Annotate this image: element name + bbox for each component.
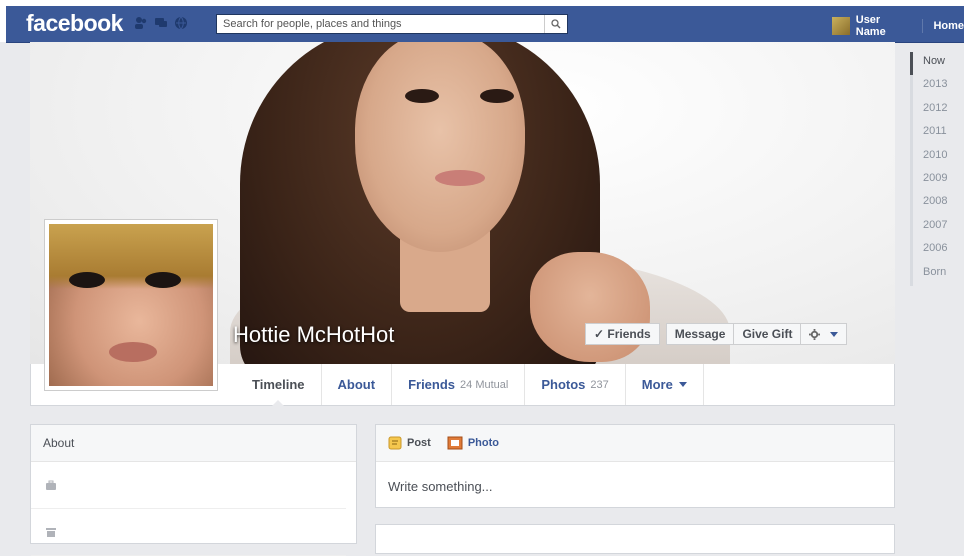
chevron-down-icon bbox=[830, 331, 839, 337]
tab-count: 24 Mutual bbox=[460, 378, 509, 391]
tab-label: More bbox=[641, 377, 673, 392]
year-link[interactable]: 2008 bbox=[910, 192, 950, 216]
tab-photos[interactable]: Photos 237 bbox=[524, 364, 624, 405]
year-link[interactable]: 2009 bbox=[910, 168, 950, 193]
profile-tabs: Timeline About Friends 24 Mutual Photos … bbox=[236, 364, 704, 406]
year-link[interactable]: Born bbox=[910, 262, 950, 286]
message-button[interactable]: Message bbox=[665, 323, 735, 345]
action-button-group: Message Give Gift bbox=[665, 323, 848, 345]
year-link[interactable]: 2006 bbox=[910, 239, 950, 263]
tab-more[interactable]: More bbox=[624, 364, 704, 405]
cover-figure-hand bbox=[530, 252, 650, 362]
photo-icon bbox=[447, 436, 463, 450]
active-tab-indicator bbox=[272, 400, 285, 406]
divider bbox=[922, 19, 924, 33]
cover-figure-eye bbox=[405, 89, 439, 103]
photo-tab[interactable]: Photo bbox=[447, 436, 499, 450]
education-icon bbox=[46, 528, 56, 537]
avatar[interactable] bbox=[832, 17, 850, 35]
status-note-icon bbox=[388, 436, 402, 450]
cover-figure-face bbox=[355, 42, 525, 252]
cover-figure-lips bbox=[435, 170, 485, 186]
facebook-logo[interactable]: facebook bbox=[26, 10, 123, 37]
tab-timeline[interactable]: Timeline bbox=[236, 364, 321, 406]
year-link[interactable]: 2007 bbox=[910, 215, 950, 240]
timeline-year-scroller: Now 2013 2012 2011 2010 2009 2008 2007 2… bbox=[910, 52, 950, 286]
composer-input[interactable]: Write something... bbox=[376, 462, 894, 511]
give-gift-button[interactable]: Give Gift bbox=[734, 323, 802, 345]
tab-label: Timeline bbox=[252, 377, 305, 392]
notification-jewels bbox=[134, 16, 188, 30]
tab-label: Photos bbox=[541, 377, 586, 392]
friend-requests-icon[interactable] bbox=[134, 16, 148, 30]
next-story-card bbox=[375, 524, 895, 554]
messages-icon[interactable] bbox=[154, 16, 168, 30]
profile-name[interactable]: Hottie McHotHot bbox=[233, 322, 394, 348]
chevron-down-icon bbox=[678, 382, 687, 387]
year-link[interactable]: 2011 bbox=[910, 122, 950, 146]
tab-label: About bbox=[337, 377, 376, 392]
year-link[interactable]: 2010 bbox=[910, 145, 950, 169]
search-icon bbox=[551, 19, 561, 29]
about-row bbox=[31, 509, 346, 556]
friends-button[interactable]: ✓ Friends bbox=[585, 323, 660, 345]
top-bar: facebook User Name Home bbox=[0, 0, 964, 43]
profile-picture-image bbox=[49, 224, 213, 386]
user-name-link[interactable]: User Name bbox=[856, 14, 913, 38]
about-title[interactable]: About bbox=[31, 425, 356, 462]
profile-actions: ✓ Friends Message Give Gift bbox=[585, 323, 848, 345]
blue-bar: facebook User Name Home bbox=[6, 6, 964, 43]
photo-label: Photo bbox=[467, 437, 500, 449]
tab-friends[interactable]: Friends 24 Mutual bbox=[391, 364, 524, 405]
briefcase-icon bbox=[46, 480, 56, 490]
search-box bbox=[216, 14, 568, 34]
profile-figure-lips bbox=[109, 342, 157, 362]
search-input[interactable] bbox=[217, 15, 549, 33]
profile-picture[interactable] bbox=[44, 219, 218, 391]
year-link[interactable]: Now bbox=[910, 52, 950, 76]
year-link[interactable]: 2013 bbox=[910, 75, 950, 99]
settings-button[interactable] bbox=[801, 323, 848, 345]
profile-figure-eye bbox=[145, 272, 181, 288]
composer-tabs: Post Photo bbox=[376, 425, 894, 462]
tab-count: 237 bbox=[590, 378, 609, 391]
tab-label: Friends bbox=[408, 377, 456, 392]
tab-about[interactable]: About bbox=[320, 364, 392, 405]
post-composer: Post Photo Write something... bbox=[375, 424, 895, 508]
year-link[interactable]: 2012 bbox=[910, 98, 950, 123]
search-button[interactable] bbox=[544, 15, 567, 33]
about-row bbox=[31, 462, 346, 509]
post-label: Post bbox=[407, 437, 431, 449]
cover-figure-eye bbox=[480, 89, 514, 103]
home-link[interactable]: Home bbox=[933, 20, 964, 32]
gear-icon bbox=[809, 328, 821, 340]
post-tab[interactable]: Post bbox=[388, 436, 431, 450]
notifications-globe-icon[interactable] bbox=[174, 16, 188, 30]
profile-figure-eye bbox=[69, 272, 105, 288]
about-card: About bbox=[30, 424, 357, 556]
user-menu: User Name Home bbox=[832, 14, 964, 38]
